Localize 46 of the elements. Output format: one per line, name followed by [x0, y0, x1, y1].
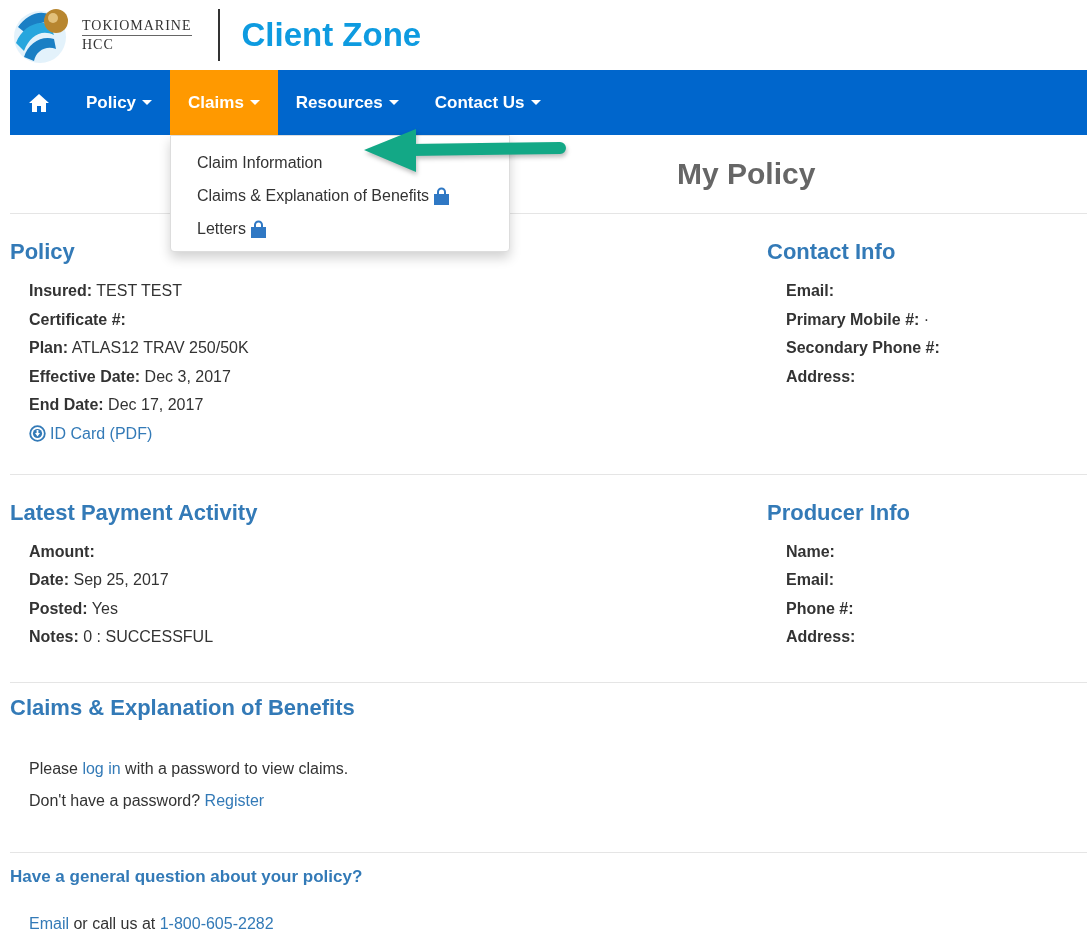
section-heading: Claims & Explanation of Benefits — [10, 694, 356, 721]
section-heading: Policy — [10, 239, 76, 265]
info-field: Email: — [767, 277, 1087, 306]
section-heading: Contact Info — [767, 239, 897, 265]
info-field: Email: — [767, 566, 1087, 595]
text-link[interactable]: Register — [204, 791, 265, 809]
section-heading: Latest Payment Activity — [10, 499, 259, 526]
info-field: Certificate #: — [10, 305, 767, 334]
info-field: Address: — [767, 362, 1087, 391]
brand-name: TOKIOMARINE HCC — [82, 17, 192, 53]
info-message: Please log in with a password to view claims. — [28, 758, 350, 779]
contact-message: Email or call us at 1-800-605-2282 — [28, 913, 275, 930]
id-card-link[interactable]: ID Card (PDF) — [29, 419, 153, 448]
page-title: My Policy — [677, 157, 816, 191]
info-field: Amount: — [10, 537, 767, 566]
info-field: Phone #: — [767, 594, 1087, 623]
info-field: Name: — [767, 537, 1087, 566]
info-field: Secondary Phone #: — [767, 334, 1087, 363]
dropdown-item[interactable]: Claims & Explanation of Benefits — [171, 179, 509, 212]
text-link[interactable]: log in — [82, 759, 121, 777]
info-field: Plan: ATLAS12 TRAV 250/50K — [10, 334, 767, 363]
nav-menu-item[interactable]: Contact Us — [416, 70, 559, 135]
info-field: Notes: 0 : SUCCESSFUL — [10, 623, 767, 652]
caret-icon — [142, 100, 153, 105]
app-title: Client Zone — [241, 16, 422, 54]
info-message: Don't have a password? Register — [28, 790, 266, 811]
caret-icon — [530, 100, 541, 105]
info-field: Address: — [767, 623, 1087, 652]
section-heading: Producer Info — [767, 499, 911, 526]
info-field: End Date: Dec 17, 2017 — [10, 391, 767, 420]
info-field: Primary Mobile #: · — [767, 305, 1087, 334]
home-icon — [28, 92, 50, 113]
info-field: Posted: Yes — [10, 594, 767, 623]
info-field: Date: Sep 25, 2017 — [10, 566, 767, 595]
help-question: Have a general question about your policy? — [10, 866, 364, 887]
caret-icon — [249, 100, 260, 105]
info-field: Effective Date: Dec 3, 2017 — [10, 362, 767, 391]
caret-icon — [388, 100, 399, 105]
dropdown-item[interactable]: Letters — [171, 212, 509, 245]
text-link[interactable]: Email — [29, 914, 69, 930]
text-link[interactable]: 1-800-605-2282 — [159, 914, 274, 930]
nav-menu-item[interactable]: Resources — [277, 70, 417, 135]
dropdown-item[interactable]: Claim Information — [171, 146, 509, 179]
download-icon — [29, 425, 46, 442]
info-field: Insured: TEST TEST — [10, 277, 767, 306]
nav-menu-item[interactable]: Policy — [68, 70, 171, 135]
